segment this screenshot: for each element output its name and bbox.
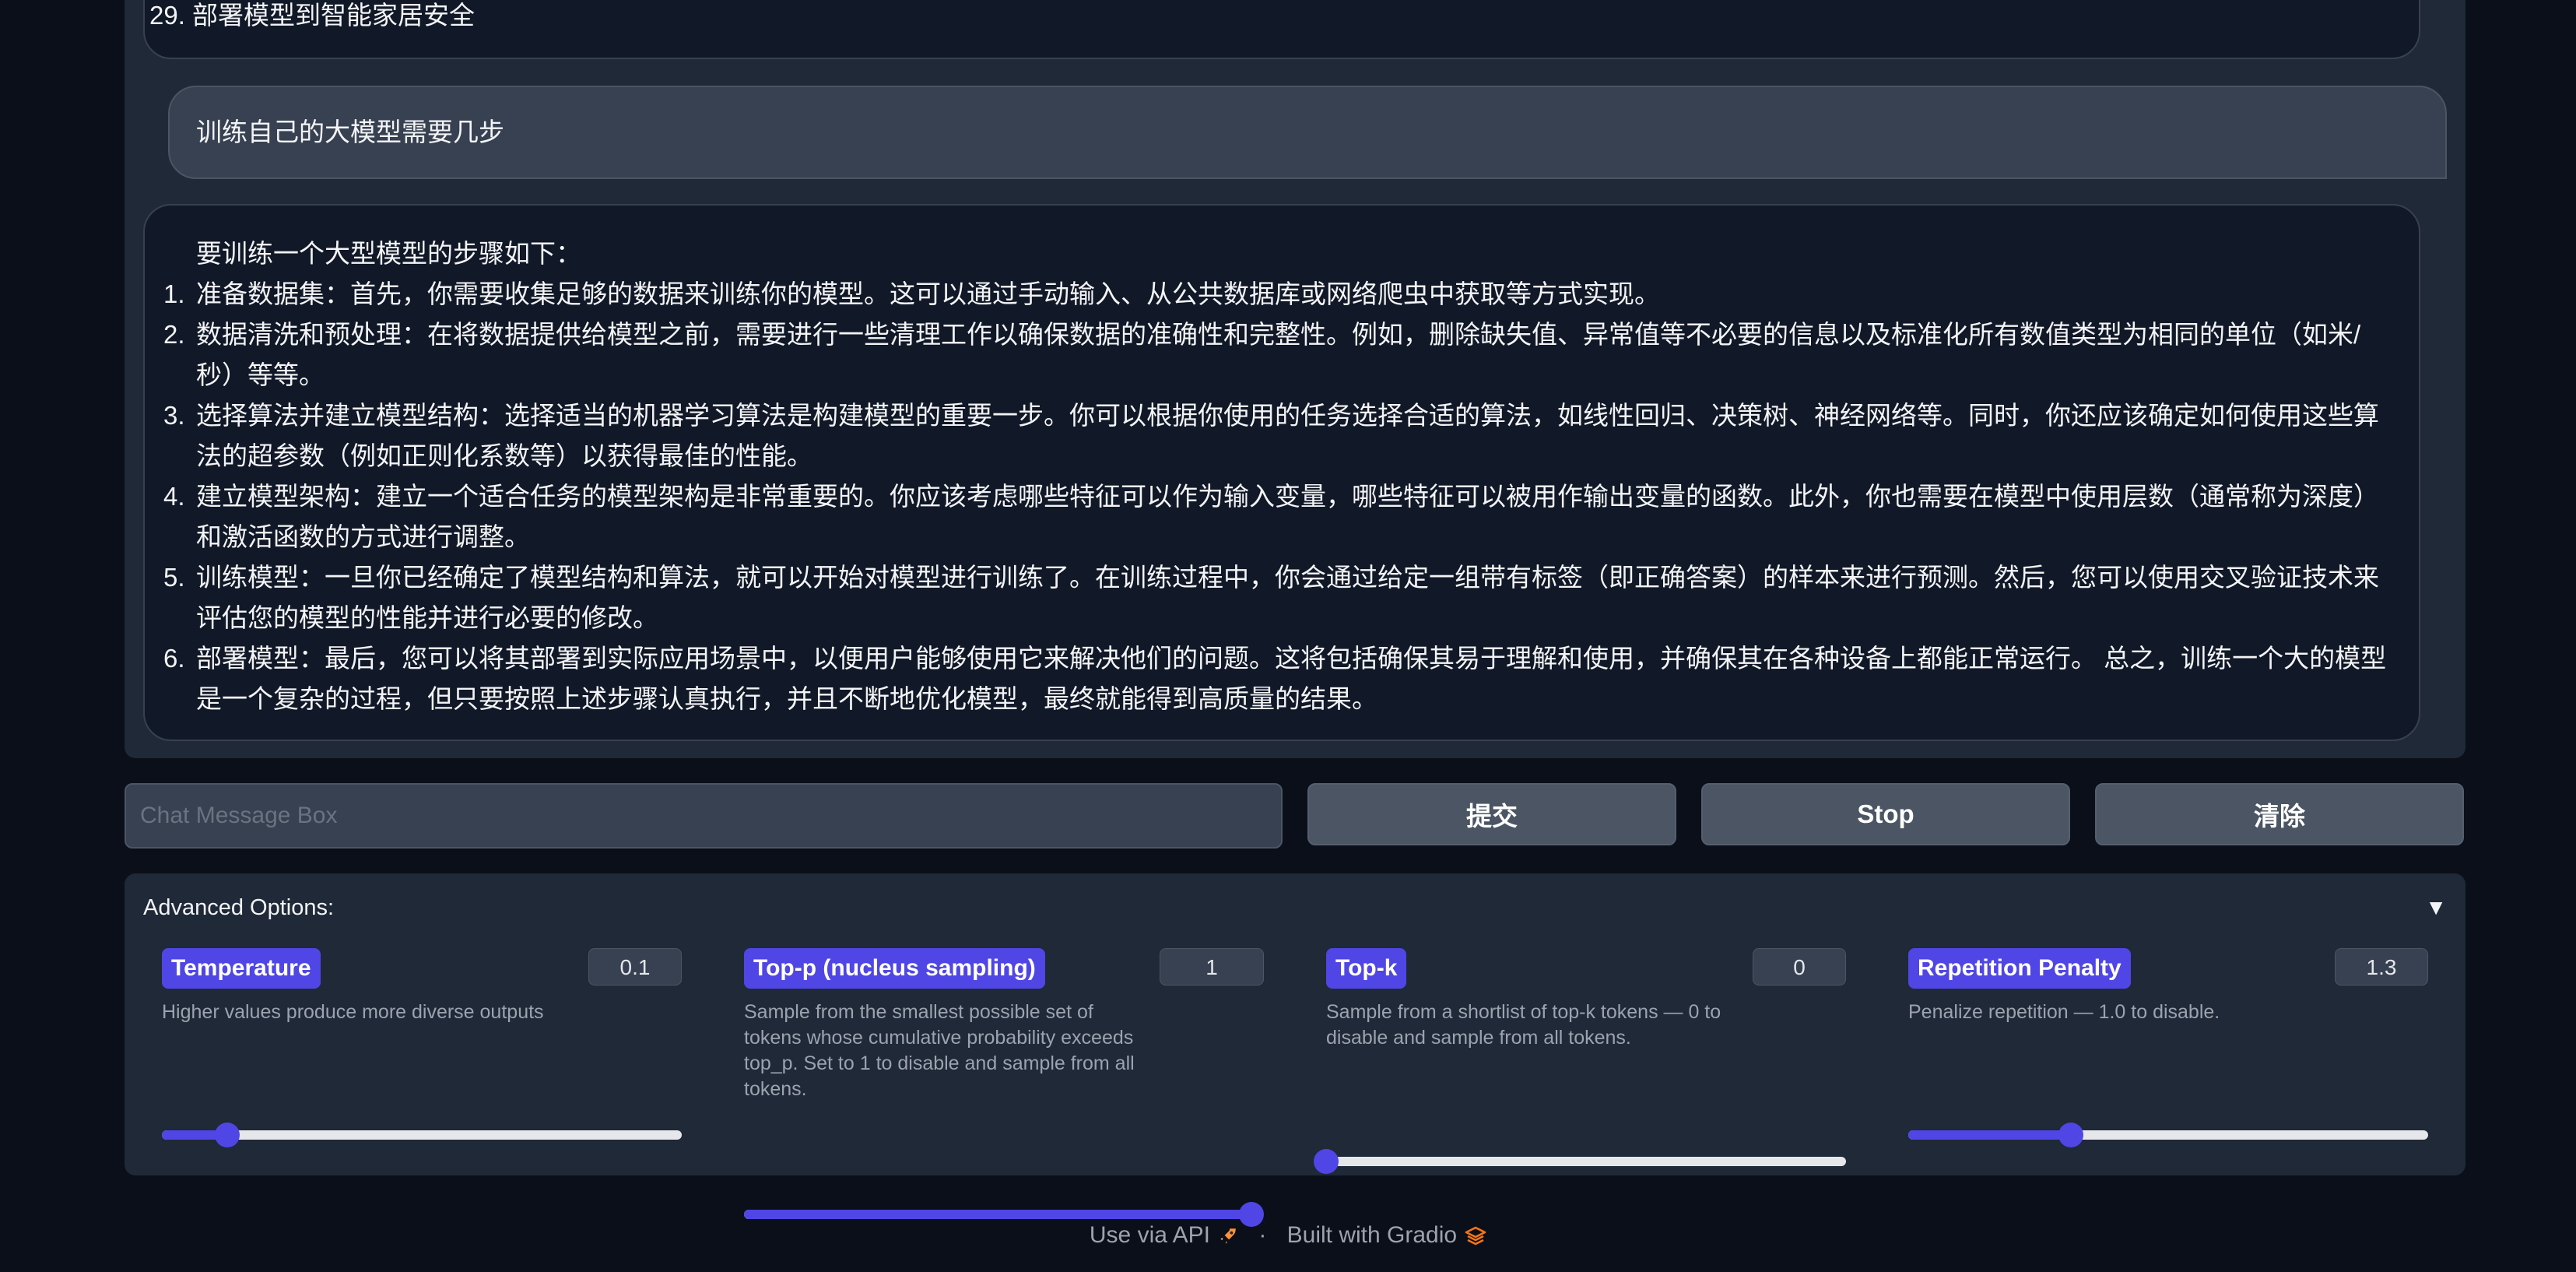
- step-text: 训练模型：一旦你已经确定了模型结构和算法，就可以开始对模型进行训练了。在训练过程…: [196, 563, 2379, 632]
- top-k-label: Top-k: [1326, 948, 1407, 989]
- step-text: 数据清洗和预处理：在将数据提供给模型之前，需要进行一些清理工作以确保数据的准确性…: [196, 320, 2361, 389]
- step-item: 5. 训练模型：一旦你已经确定了模型结构和算法，就可以开始对模型进行训练了。在训…: [163, 557, 2389, 638]
- gradio-logo-icon: [1465, 1226, 1486, 1246]
- step-number: 4.: [163, 482, 185, 511]
- bot-message-text: 29. 部署模型到智能家居安全: [149, 1, 476, 30]
- chat-message-input[interactable]: [125, 783, 1283, 849]
- top-p-description: Sample from the smallest possible set of…: [744, 1001, 1135, 1100]
- step-item: 2. 数据清洗和预处理：在将数据提供给模型之前，需要进行一些清理工作以确保数据的…: [163, 314, 2389, 395]
- temperature-slider-thumb[interactable]: [215, 1123, 240, 1147]
- temperature-slider[interactable]: [162, 1123, 682, 1147]
- repetition-penalty-slider[interactable]: [1908, 1123, 2428, 1147]
- step-number: 3.: [163, 401, 185, 430]
- built-with-gradio-text: Built with Gradio: [1286, 1222, 1458, 1248]
- step-number: 6.: [163, 644, 185, 673]
- top-k-slider[interactable]: [1314, 1149, 1846, 1174]
- collapse-triangle-icon[interactable]: ▼: [2425, 895, 2447, 920]
- top-k-slider-thumb[interactable]: [1314, 1149, 1339, 1174]
- step-item: 6. 部署模型：最后，您可以将其部署到实际应用场景中，以便用户能够使用它来解决他…: [163, 638, 2389, 719]
- step-item: 1. 准备数据集：首先，你需要收集足够的数据来训练你的模型。这可以通过手动输入、…: [163, 274, 2389, 314]
- advanced-options-panel: Advanced Options: ▼ Temperature 0.1 High…: [125, 873, 2465, 1227]
- user-message: 训练自己的大模型需要几步: [168, 86, 2447, 179]
- step-text: 建立模型架构：建立一个适合任务的模型架构是非常重要的。你应该考虑哪些特征可以作为…: [196, 482, 2379, 551]
- step-text: 准备数据集：首先，你需要收集足够的数据来训练你的模型。这可以通过手动输入、从公共…: [196, 279, 1660, 308]
- step-text: 选择算法并建立模型结构：选择适当的机器学习算法是构建模型的重要一步。你可以根据你…: [196, 401, 2379, 470]
- step-item: 3. 选择算法并建立模型结构：选择适当的机器学习算法是构建模型的重要一步。你可以…: [163, 395, 2389, 476]
- top-p-value-input[interactable]: 1: [1160, 948, 1264, 986]
- repetition-penalty-slider-fill: [1908, 1130, 2071, 1140]
- footer: Use via API · Built with Gradio: [0, 1222, 2576, 1249]
- repetition-penalty-slider-thumb[interactable]: [2058, 1123, 2083, 1147]
- step-text: 部署模型：最后，您可以将其部署到实际应用场景中，以便用户能够使用它来解决他们的问…: [196, 644, 2387, 713]
- step-number: 1.: [163, 279, 185, 308]
- top-p-slider-fill: [744, 1210, 1251, 1219]
- top-k-description: Sample from a shortlist of top-k tokens …: [1326, 1001, 1721, 1049]
- temperature-value-input[interactable]: 0.1: [588, 948, 682, 986]
- bot-message: 要训练一个大型模型的步骤如下： 1. 准备数据集：首先，你需要收集足够的数据来训…: [143, 204, 2420, 741]
- stop-button[interactable]: Stop: [1701, 783, 2070, 845]
- top-p-label: Top-p (nucleus sampling): [744, 948, 1045, 989]
- repetition-penalty-description: Penalize repetition — 1.0 to disable.: [1908, 1001, 2220, 1023]
- step-number: 2.: [163, 320, 185, 349]
- footer-separator: ·: [1258, 1222, 1267, 1248]
- use-via-api-link[interactable]: Use via API: [1090, 1222, 1238, 1248]
- repetition-penalty-value-input[interactable]: 1.3: [2335, 948, 2428, 986]
- bot-message-intro: 要训练一个大型模型的步骤如下：: [196, 239, 581, 268]
- step-number: 5.: [163, 563, 185, 592]
- advanced-options-header[interactable]: Advanced Options: ▼: [143, 889, 2447, 928]
- top-p-slider[interactable]: [744, 1202, 1264, 1227]
- step-item: 4. 建立模型架构：建立一个适合任务的模型架构是非常重要的。你应该考虑哪些特征可…: [163, 476, 2389, 557]
- rocket-icon: [1220, 1228, 1236, 1244]
- bot-message-steps: 1. 准备数据集：首先，你需要收集足够的数据来训练你的模型。这可以通过手动输入、…: [163, 274, 2389, 719]
- built-with-gradio-link[interactable]: Built with Gradio: [1287, 1222, 1486, 1248]
- user-message-text: 训练自己的大模型需要几步: [196, 118, 504, 146]
- submit-button[interactable]: 提交: [1307, 783, 1676, 845]
- clear-button[interactable]: 清除: [2095, 783, 2464, 845]
- advanced-options-title: Advanced Options:: [143, 895, 335, 920]
- temperature-label: Temperature: [162, 948, 321, 989]
- temperature-description: Higher values produce more diverse outpu…: [162, 1001, 544, 1023]
- repetition-penalty-label: Repetition Penalty: [1908, 948, 2131, 989]
- top-k-value-input[interactable]: 0: [1753, 948, 1846, 986]
- bot-message-previous: 29. 部署模型到智能家居安全: [143, 0, 2420, 59]
- use-via-api-text: Use via API: [1089, 1222, 1210, 1248]
